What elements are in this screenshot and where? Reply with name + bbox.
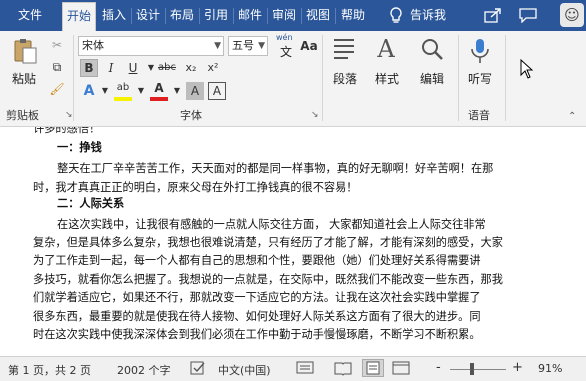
chevron-down-icon: ▼ [258,41,265,51]
comments-icon[interactable] [519,7,537,26]
highlight-color-swatch [114,97,132,101]
font-color-button[interactable]: A [150,79,168,97]
ribbon-tab-bar: 文件 开始 插入 设计 布局 引用 邮件 审阅 视图 帮助 告诉我 ☺ [0,0,586,31]
tab-layout[interactable]: 布局 [166,0,198,31]
lightbulb-icon[interactable] [389,7,403,27]
tab-review[interactable]: 审阅 [268,0,300,31]
microphone-icon[interactable] [466,37,494,65]
clipboard-launcher-icon[interactable]: ↘ [65,110,73,120]
tab-home[interactable]: 开始 [62,2,96,31]
read-mode-icon[interactable] [334,360,352,379]
document-page[interactable]: 许多的感悟！ 一：挣钱 整天在工厂辛辛苦苦工作，天天面对的都是同一样事物，真的好… [0,127,586,356]
document-line: 为了工作走到一起，每一个人都有自己的思想和个性，要跟他（她）们处理好关系得需要讲 [33,254,481,267]
styles-icon[interactable]: A [372,35,400,63]
dictate-button[interactable]: 听写 [468,70,492,87]
zoom-slider-thumb[interactable] [470,363,474,375]
font-size-value: 五号 [232,39,254,52]
underline-button[interactable]: U [124,59,142,77]
tab-design[interactable]: 设计 [132,0,164,31]
feedback-smiley-icon[interactable]: ☺ [560,3,584,27]
language-indicator[interactable]: 中文(中国) [218,362,271,378]
document-line: 时在这次实践中使我深深体会到我们必须在工作中勤于动手慢慢琢磨，不断学习不断积累。 [33,328,481,341]
document-line: 在这次实践中，让我很有感触的一点就人际交往方面， 大家都知道社会上人际交往非常 [57,218,486,231]
zoom-slider[interactable] [450,369,506,370]
cut-icon[interactable]: ✂ [48,36,66,54]
styles-button[interactable]: 样式 [375,70,399,87]
chevron-down-icon[interactable]: ▼ [132,82,150,100]
font-color-swatch [150,97,168,101]
mouse-cursor-icon [520,58,534,82]
word-count[interactable]: 2002 个字 [117,362,171,378]
document-line: 复杂，但是具体多么复杂，我想也很难说清楚，只有经历了才能了解，才能有深刻的感受，… [33,236,503,249]
ribbon-home: 粘贴 ✂ ⧉ 🖌 剪贴板 ↘ 宋体 ▼ 五号 ▼ wén 文 Aa B I U ▼ … [0,31,586,127]
chevron-down-icon[interactable]: ▼ [96,82,114,100]
web-layout-icon[interactable] [392,360,410,379]
group-divider [505,35,506,121]
group-divider [73,35,74,121]
highlight-button[interactable]: ab [114,79,132,97]
character-shading-button[interactable]: A [186,82,204,100]
font-group-label: 字体 [180,109,202,122]
paragraph-icon[interactable] [330,37,358,65]
document-line: 们就学着适应它，如果还不行，那就改变一下适应它的方法。让我在这次社会实践中掌握了 [33,291,481,304]
strikethrough-button[interactable]: abc [156,59,178,77]
paragraph-button[interactable]: 段落 [333,70,357,87]
bold-button[interactable]: B [80,59,98,77]
collapse-ribbon-icon[interactable]: ⌃ [568,111,576,122]
tab-file[interactable]: 文件 [0,0,60,31]
editing-search-icon[interactable] [418,37,446,65]
zoom-level[interactable]: 91% [538,362,562,375]
voice-group-label: 语音 [468,109,490,122]
document-line: 很多东西，最重要的就是使我在待人接物、如何处理好人际关系这方面有了很大的进步。同 [33,310,481,323]
font-launcher-icon[interactable]: ↘ [311,110,319,120]
chevron-down-icon[interactable]: ▼ [168,82,186,100]
chevron-down-icon: ▼ [214,41,221,51]
status-bar: 第 1 页，共 2 页 2002 个字 中文(中国) - + 91% [0,356,586,381]
superscript-button[interactable]: x² [204,59,222,77]
zoom-out-button[interactable]: - [436,360,441,375]
paste-icon[interactable] [11,37,39,65]
character-border-button[interactable]: A [208,82,226,100]
phonetic-guide-glyph[interactable]: wén [276,33,293,42]
tab-references[interactable]: 引用 [200,0,232,31]
editing-button[interactable]: 编辑 [420,70,444,87]
tab-insert[interactable]: 插入 [98,0,130,31]
font-name-select[interactable]: 宋体 ▼ [78,36,224,56]
format-painter-icon[interactable]: 🖌 [48,80,66,98]
group-divider [458,35,459,121]
clipboard-group-label: 剪贴板 [6,109,39,122]
share-icon[interactable] [484,7,502,26]
document-line: 整天在工厂辛辛苦苦工作，天天面对的都是同一样事物，真的好无聊啊！好辛苦啊！在那 [57,162,494,175]
section-heading: 二：人际关系 [57,197,125,210]
paste-label[interactable]: 粘贴 [12,70,36,87]
tab-mailings[interactable]: 邮件 [234,0,266,31]
italic-button[interactable]: I [102,59,120,77]
phonetic-guide-icon[interactable]: 文 [280,43,292,60]
proofing-icon[interactable] [190,360,206,379]
zoom-in-button[interactable]: + [512,360,523,375]
font-size-select[interactable]: 五号 ▼ [228,36,268,56]
group-divider [322,35,323,121]
document-line: 许多的感悟！ [33,127,101,135]
copy-icon[interactable]: ⧉ [48,58,66,76]
subscript-button[interactable]: x₂ [182,59,200,77]
tab-help[interactable]: 帮助 [336,0,370,31]
tab-view[interactable]: 视图 [302,0,334,31]
focus-mode-icon[interactable] [296,360,314,379]
tell-me-search[interactable]: 告诉我 [410,0,454,31]
page-count[interactable]: 第 1 页，共 2 页 [8,362,91,378]
document-line: 多技巧，就看你怎么把握了。我想说的一点就是，在交际中，既然我们不能改变一些东西，… [33,273,503,286]
grow-font-icon[interactable]: Aa [300,37,318,55]
section-heading: 一：挣钱 [57,141,102,154]
print-layout-icon[interactable] [362,359,384,377]
font-name-value: 宋体 [82,39,104,52]
